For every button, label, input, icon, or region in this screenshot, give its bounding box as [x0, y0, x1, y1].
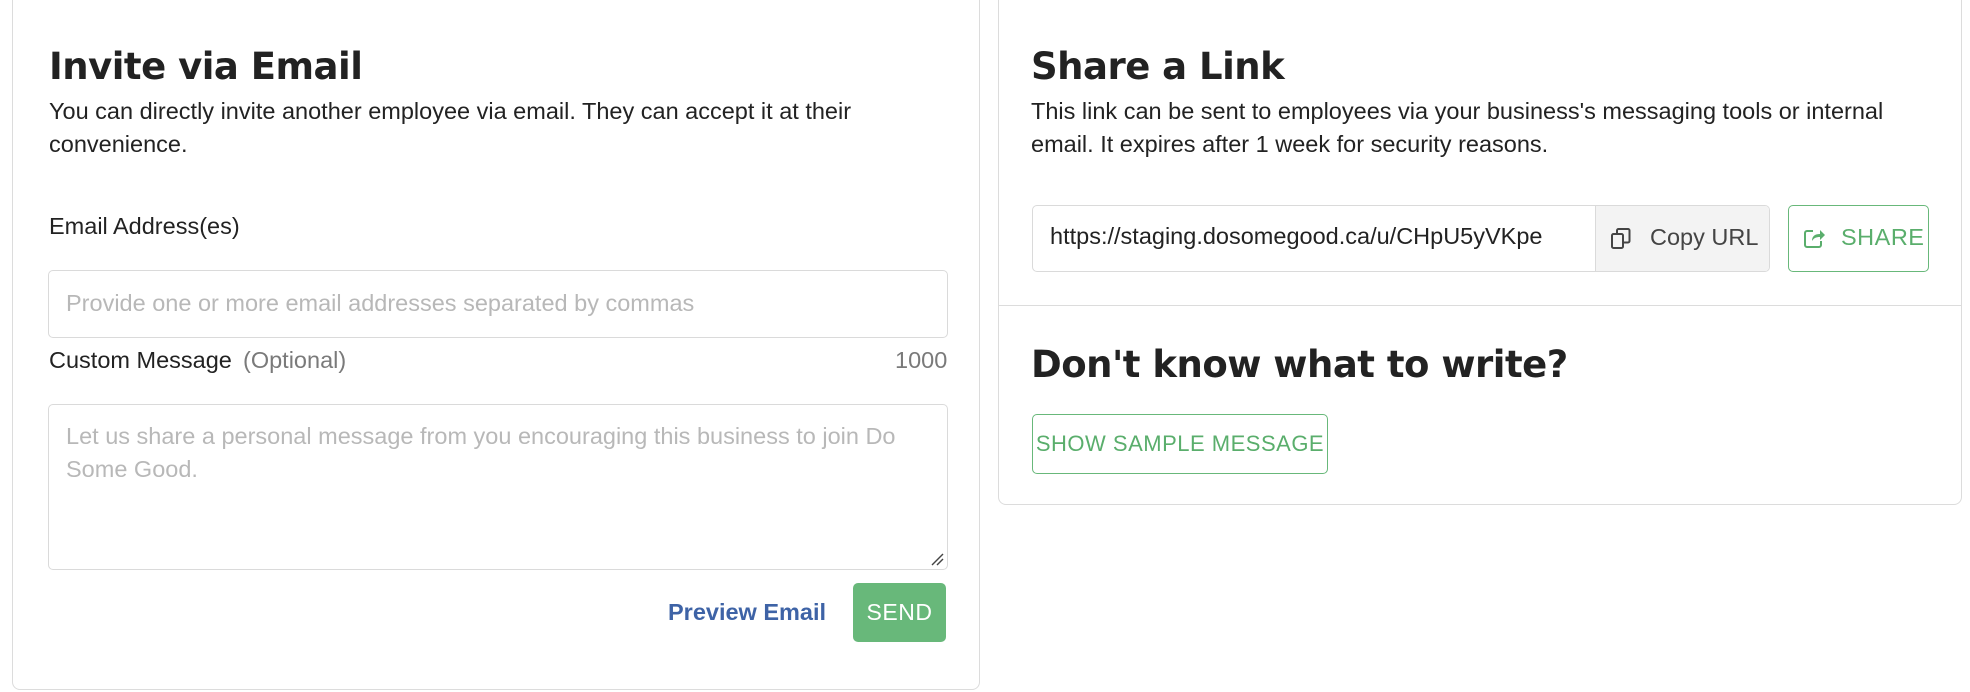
message-char-count: 1000: [895, 347, 948, 373]
share-link-card: Share a Link This link can be sent to em…: [998, 0, 1962, 505]
message-placeholder: Let us share a personal message from you…: [66, 423, 896, 482]
share-label: SHARE: [1841, 224, 1925, 250]
message-optional-label: (Optional): [243, 347, 347, 373]
show-sample-message-button[interactable]: SHOW SAMPLE MESSAGE: [1032, 414, 1328, 474]
email-label: Email Address(es): [49, 213, 240, 239]
message-label: Custom Message: [49, 347, 232, 373]
invite-description: You can directly invite another employee…: [49, 98, 852, 157]
share-url-group: https://staging.dosomegood.ca/u/CHpU5yVK…: [1032, 205, 1770, 272]
invite-email-card: Invite via Email You can directly invite…: [12, 0, 980, 690]
section-divider: [999, 305, 1961, 306]
preview-email-link[interactable]: Preview Email: [668, 599, 826, 626]
resize-grip-icon[interactable]: [930, 552, 944, 566]
help-title: Don't know what to write?: [1031, 343, 1568, 386]
invite-title: Invite via Email: [49, 45, 363, 88]
custom-message-textarea[interactable]: Let us share a personal message from you…: [48, 404, 948, 570]
share-button[interactable]: SHARE: [1788, 205, 1929, 272]
copy-url-label: Copy URL: [1650, 224, 1759, 250]
copy-icon: [1611, 228, 1631, 249]
share-title: Share a Link: [1031, 45, 1285, 88]
copy-url-button[interactable]: Copy URL: [1595, 206, 1769, 271]
share-icon: [1804, 230, 1825, 248]
send-button[interactable]: SEND: [853, 583, 946, 642]
email-field[interactable]: Provide one or more email addresses sepa…: [48, 270, 948, 338]
email-placeholder: Provide one or more email addresses sepa…: [66, 290, 695, 316]
share-url-field[interactable]: https://staging.dosomegood.ca/u/CHpU5yVK…: [1050, 223, 1543, 250]
share-description: This link can be sent to employees via y…: [1031, 98, 1884, 157]
